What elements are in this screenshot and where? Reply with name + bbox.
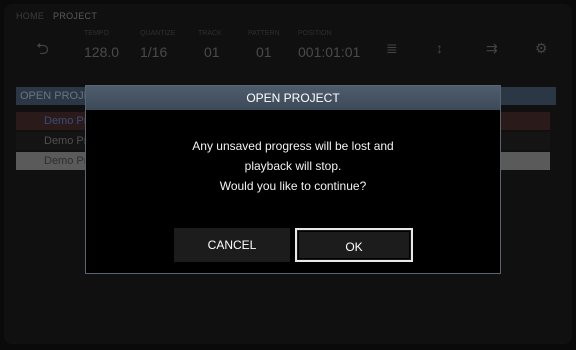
breadcrumb: HOME PROJECT [16,11,97,21]
back-icon[interactable]: ⮌ [36,38,49,65]
dialog-message-line: Would you like to continue? [219,179,367,193]
tempo-value: 128.0 [84,44,120,60]
tempo-caption: TEMPO [84,30,109,37]
ok-button[interactable]: OK [295,228,413,262]
quantize-display[interactable]: QUANTIZE 1/16 [140,26,188,70]
pattern-caption: PATTERN [248,30,280,37]
settings-icon[interactable]: ⚙ [535,40,548,57]
track-display[interactable]: TRACK 01 [198,26,238,70]
dialog-message: Any unsaved progress will be lost and pl… [86,136,500,196]
cancel-button[interactable]: CANCEL [174,228,290,262]
quantize-caption: QUANTIZE [140,30,176,37]
breadcrumb-current: PROJECT [53,11,98,21]
pattern-display[interactable]: PATTERN 01 [248,26,294,70]
pattern-value: 01 [256,44,272,60]
position-value: 001:01:01 [298,44,361,60]
track-value: 01 [204,44,220,60]
dialog-message-line: playback will stop. [244,159,342,173]
position-caption: POSITION [298,30,332,37]
mixer-icon[interactable]: ↕ [436,40,443,56]
confirm-dialog: OPEN PROJECT Any unsaved progress will b… [85,85,501,274]
routing-icon[interactable]: ⇉ [486,40,498,57]
dialog-message-line: Any unsaved progress will be lost and [192,139,394,153]
device-screen: HOME PROJECT ⮌ TEMPO 128.0 QUANTIZE 1/16… [4,4,572,344]
position-display[interactable]: POSITION 001:01:01 [298,26,368,70]
track-caption: TRACK [198,30,222,37]
toolbar: ⮌ TEMPO 128.0 QUANTIZE 1/16 TRACK 01 PAT… [4,26,572,70]
breadcrumb-home[interactable]: HOME [16,11,44,21]
dialog-title: OPEN PROJECT [86,86,500,110]
quantize-value: 1/16 [140,44,168,60]
tempo-display[interactable]: TEMPO 128.0 [84,26,128,70]
track-list-icon[interactable]: ≣ [386,40,398,57]
